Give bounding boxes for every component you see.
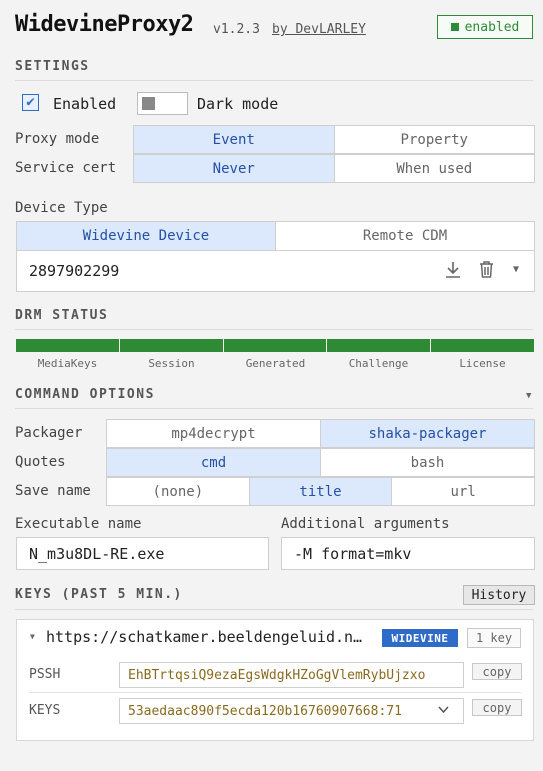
device-type-label: Device Type	[15, 200, 108, 216]
proxy-mode-label: Proxy mode	[15, 131, 100, 147]
key-entry-url[interactable]: https://schatkamer.beeldengeluid.n…	[46, 628, 362, 646]
widevine-tag: WIDEVINE	[382, 629, 458, 647]
executable-name-input[interactable]: N_m3u8DL-RE.exe	[16, 537, 269, 570]
drm-step-bar-mediakeys	[16, 339, 119, 352]
service-cert-option-when-used[interactable]: When used	[333, 155, 535, 182]
packager-label: Packager	[15, 425, 83, 441]
history-button[interactable]: History	[463, 585, 535, 605]
save-name-option-title[interactable]: title	[248, 478, 392, 505]
enabled-label: Enabled	[53, 95, 117, 113]
pssh-value: EhBTrtqsiQ9ezaEgsWdgkHZoGgVlemRybUjzxo	[128, 667, 426, 683]
drm-step-bar-license	[431, 339, 534, 352]
chevron-down-icon[interactable]: ▼	[513, 264, 519, 275]
version-label: v1.2.3	[213, 22, 260, 37]
enabled-status-badge: enabled	[437, 15, 533, 39]
device-select-value: 2897902299	[29, 262, 120, 280]
drm-status-heading: DRM STATUS	[15, 308, 533, 330]
app-title: WidevineProxy2	[15, 12, 194, 37]
dark-mode-label: Dark mode	[197, 95, 279, 113]
additional-arguments-input[interactable]: -M format=mkv	[281, 537, 535, 570]
pssh-label: PSSH	[29, 667, 61, 682]
drm-step-bar-session	[120, 339, 223, 352]
status-badge-label: enabled	[464, 19, 520, 35]
keys-chevron-down-icon[interactable]	[438, 703, 449, 717]
download-icon[interactable]	[445, 261, 461, 283]
author-link[interactable]: by DevLARLEY	[272, 22, 366, 37]
service-cert-selector: Never When used	[133, 154, 535, 183]
pssh-field[interactable]: EhBTrtqsiQ9ezaEgsWdgkHZoGgVlemRybUjzxo	[119, 662, 464, 688]
drm-step-label: Challenge	[348, 357, 409, 370]
service-cert-label: Service cert	[15, 160, 117, 176]
device-type-option-widevine[interactable]: Widevine Device	[17, 222, 275, 250]
keys-value: 53aedaac890f5ecda120b16760907668:71	[128, 703, 402, 719]
settings-heading: SETTINGS	[15, 59, 533, 81]
keys-divider	[15, 609, 533, 610]
key-count-tag: 1 key	[467, 628, 521, 648]
service-cert-option-never[interactable]: Never	[134, 155, 334, 182]
keys-select[interactable]: 53aedaac890f5ecda120b16760907668:71	[119, 698, 464, 724]
drm-step-label: License	[459, 357, 506, 370]
trash-icon[interactable]	[479, 261, 494, 282]
copy-keys-button[interactable]: copy	[472, 699, 522, 716]
command-options-title: COMMAND OPTIONS	[15, 387, 155, 402]
command-options-heading[interactable]: COMMAND OPTIONS	[15, 387, 533, 409]
keys-label: KEYS	[29, 703, 61, 718]
packager-selector: mp4decrypt shaka-packager	[106, 419, 535, 448]
proxy-mode-selector: Event Property	[133, 125, 535, 154]
executable-name-label: Executable name	[15, 516, 142, 532]
enabled-checkbox[interactable]: ✔	[22, 94, 39, 111]
save-name-option-url[interactable]: url	[391, 478, 534, 505]
collapse-chevron-icon[interactable]: ▼	[526, 391, 531, 401]
toggle-knob	[142, 97, 155, 110]
drm-step-label: Generated	[245, 357, 306, 370]
packager-option-shaka[interactable]: shaka-packager	[320, 420, 534, 447]
device-type-option-remote-cdm[interactable]: Remote CDM	[275, 222, 534, 250]
expand-caret-icon[interactable]: ▼	[30, 632, 35, 641]
dark-mode-toggle[interactable]	[137, 92, 188, 115]
quotes-option-bash[interactable]: bash	[320, 449, 534, 476]
keys-heading: KEYS (PAST 5 MIN.)	[15, 587, 183, 602]
row-divider	[29, 692, 521, 693]
drm-step-label: MediaKeys	[37, 357, 98, 370]
additional-arguments-value: -M format=mkv	[294, 544, 412, 563]
quotes-option-cmd[interactable]: cmd	[107, 449, 320, 476]
executable-name-value: N_m3u8DL-RE.exe	[29, 544, 165, 563]
drm-step-bar-generated	[224, 339, 326, 352]
proxy-mode-option-property[interactable]: Property	[333, 126, 535, 153]
additional-arguments-label: Additional arguments	[281, 516, 450, 532]
quotes-label: Quotes	[15, 454, 66, 470]
save-name-option-none[interactable]: (none)	[107, 478, 249, 505]
packager-option-mp4decrypt[interactable]: mp4decrypt	[107, 420, 320, 447]
device-type-selector: Widevine Device Remote CDM	[16, 221, 535, 251]
copy-pssh-button[interactable]: copy	[472, 663, 522, 680]
quotes-selector: cmd bash	[106, 448, 535, 477]
status-dot-icon	[450, 23, 459, 31]
drm-step-label: Session	[148, 357, 195, 370]
drm-step-bar-challenge	[327, 339, 430, 352]
proxy-mode-option-event[interactable]: Event	[134, 126, 334, 153]
save-name-label: Save name	[15, 483, 91, 499]
save-name-selector: (none) title url	[106, 477, 535, 506]
